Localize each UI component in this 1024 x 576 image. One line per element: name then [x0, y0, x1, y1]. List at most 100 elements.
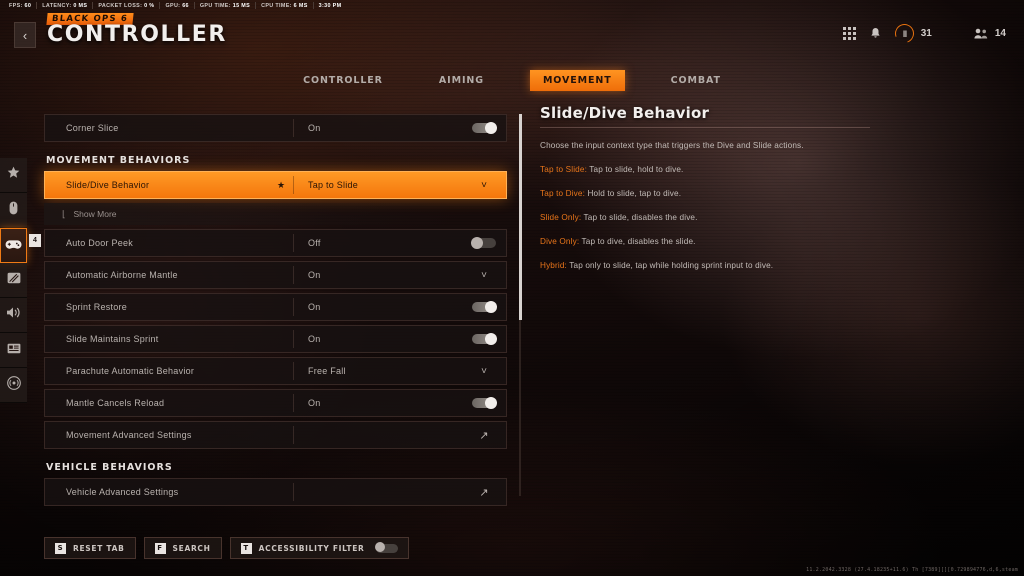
network-icon	[6, 375, 21, 395]
favorite-star-icon[interactable]: ★	[269, 180, 293, 191]
toggle-on-icon[interactable]	[472, 300, 497, 313]
setting-control[interactable]: ↗︎	[462, 429, 506, 442]
setting-row-slide-maintains-sprint[interactable]: Slide Maintains Sprint On	[44, 325, 507, 353]
chevron-down-icon[interactable]: ˅	[481, 180, 487, 191]
row-divider	[293, 483, 294, 501]
rail-item-speaker[interactable]	[0, 298, 27, 333]
setting-label: Movement Advanced Settings	[66, 430, 192, 440]
setting-control[interactable]	[462, 121, 506, 134]
info-option-name: Slide Only:	[540, 213, 582, 222]
back-button[interactable]: ‹	[14, 22, 36, 48]
setting-value: On	[308, 398, 321, 408]
grid-icon[interactable]	[842, 27, 856, 40]
setting-value: On	[308, 123, 321, 133]
setting-row-mantle-cancels-reload[interactable]: Mantle Cancels Reload On	[44, 389, 507, 417]
info-option-desc: Tap only to slide, tap while holding spr…	[569, 261, 774, 270]
rail-item-account[interactable]	[0, 333, 27, 368]
info-option: Slide Only: Tap to slide, disables the d…	[540, 213, 870, 222]
setting-label: Auto Door Peek	[66, 238, 134, 248]
tab-aiming[interactable]: AIMING	[429, 70, 494, 91]
info-title: Slide/Dive Behavior	[540, 104, 870, 128]
stat-item: GPU TIME: 15 MS	[199, 2, 251, 9]
rail-item-network[interactable]	[0, 368, 27, 403]
toggle-off-icon[interactable]	[374, 542, 398, 553]
chevron-down-icon[interactable]: ˅	[481, 270, 487, 281]
chevron-down-icon[interactable]: ˅	[481, 366, 487, 377]
scrollbar[interactable]	[518, 114, 522, 496]
setting-row-vehicle-advanced-settings[interactable]: Vehicle Advanced Settings ↗︎	[44, 478, 507, 506]
header: ‹ BLACK OPS 6 CONTROLLER ‖ 31 14	[0, 10, 1024, 52]
toggle-off-icon[interactable]	[471, 236, 496, 249]
info-option-name: Dive Only:	[540, 237, 580, 246]
setting-control[interactable]: ↗︎	[462, 486, 506, 499]
row-divider	[293, 426, 294, 444]
toggle-on-icon[interactable]	[472, 121, 497, 134]
toggle-on-icon[interactable]	[472, 396, 497, 409]
gamepad-icon	[5, 237, 22, 255]
key-hint: F	[154, 542, 166, 554]
setting-control[interactable]	[462, 300, 506, 313]
stat-item: 3:30 PM	[318, 2, 342, 9]
tab-combat[interactable]: COMBAT	[661, 70, 731, 91]
setting-control[interactable]	[462, 236, 506, 249]
category-rail: 4	[0, 158, 41, 403]
show-more-label: Show More	[73, 209, 117, 219]
info-panel: Slide/Dive Behavior Choose the input con…	[540, 104, 870, 270]
setting-row-parachute-automatic-behavior[interactable]: Parachute Automatic Behavior Free Fall ˅	[44, 357, 507, 385]
external-link-icon[interactable]: ↗︎	[479, 486, 488, 499]
bottom-button-reset-tab[interactable]: S RESET TAB	[44, 537, 136, 559]
battlepass-level: 31	[920, 28, 932, 39]
friends-indicator[interactable]: 14	[974, 28, 1006, 39]
setting-control[interactable]	[462, 332, 506, 345]
rail-item-star[interactable]	[0, 158, 27, 193]
bottom-button-label: SEARCH	[172, 543, 211, 553]
chevron-left-icon: ‹	[22, 27, 28, 43]
scrollbar-thumb[interactable]	[518, 114, 522, 320]
setting-label: Corner Slice	[66, 123, 119, 133]
setting-control[interactable]	[462, 396, 506, 409]
setting-row-slide-dive-behavior[interactable]: Slide/Dive Behavior ★ Tap to Slide ˅	[44, 171, 507, 199]
setting-control[interactable]: ˅	[462, 180, 506, 191]
battlepass-badge[interactable]: ‖ 31	[891, 20, 932, 47]
rail-item-mouse[interactable]	[0, 193, 27, 228]
corner-hook-icon: ⌊	[62, 208, 66, 219]
setting-label: Sprint Restore	[66, 302, 128, 312]
setting-label: Slide Maintains Sprint	[66, 334, 159, 344]
setting-control[interactable]: ˅	[462, 366, 506, 377]
setting-label: Automatic Airborne Mantle	[66, 270, 178, 280]
external-link-icon[interactable]: ↗︎	[479, 429, 488, 442]
setting-row-movement-advanced-settings[interactable]: Movement Advanced Settings ↗︎	[44, 421, 507, 449]
stat-item: GPU: 66	[165, 2, 189, 9]
setting-control[interactable]: ˅	[462, 270, 506, 281]
setting-label: Parachute Automatic Behavior	[66, 366, 195, 376]
setting-row-automatic-airborne-mantle[interactable]: Automatic Airborne Mantle On ˅	[44, 261, 507, 289]
setting-value: On	[308, 334, 321, 344]
setting-label: Slide/Dive Behavior	[66, 180, 150, 190]
toggle-on-icon[interactable]	[472, 332, 497, 345]
setting-row-auto-door-peek[interactable]: Auto Door Peek Off	[44, 229, 507, 257]
info-option-desc: Tap to slide, hold to dive.	[589, 165, 684, 174]
header-right-controls: ‖ 31 14	[842, 20, 1006, 47]
display-icon	[7, 271, 21, 289]
section-header: VEHICLE BEHAVIORS	[46, 462, 173, 473]
show-more-row[interactable]: ⌊ Show More	[44, 203, 507, 225]
rail-badge: 4	[29, 234, 41, 247]
tab-movement[interactable]: MOVEMENT	[529, 70, 625, 91]
bell-icon[interactable]	[870, 27, 881, 40]
info-option-name: Tap to Slide:	[540, 165, 588, 174]
rail-item-gamepad[interactable]	[0, 228, 27, 263]
build-version-text: 11.2.2042.3328 (27.4.18235+11.6) Th [738…	[806, 567, 1018, 573]
bottom-button-search[interactable]: F SEARCH	[143, 537, 222, 559]
bottom-button-label: RESET TAB	[73, 543, 125, 553]
setting-value: On	[308, 302, 321, 312]
rail-item-display[interactable]	[0, 263, 27, 298]
settings-list: Corner Slice On MOVEMENT BEHAVIORS Slide/Di…	[44, 114, 507, 510]
bottom-button-accessibility-filter[interactable]: T ACCESSIBILITY FILTER	[229, 537, 409, 559]
setting-row-sprint-restore[interactable]: Sprint Restore On	[44, 293, 507, 321]
setting-value: Off	[308, 238, 321, 248]
info-option-desc: Tap to dive, disables the slide.	[581, 237, 696, 246]
tab-controller[interactable]: CONTROLLER	[293, 70, 393, 91]
key-hint: S	[55, 542, 66, 554]
info-option-name: Tap to Dive:	[540, 189, 586, 198]
setting-row-corner-slice[interactable]: Corner Slice On	[44, 114, 507, 142]
